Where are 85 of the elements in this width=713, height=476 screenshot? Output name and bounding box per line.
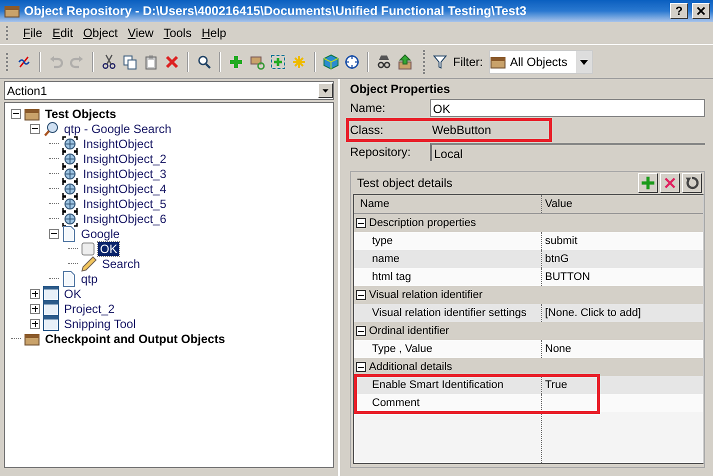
copy-icon[interactable] (122, 54, 138, 70)
section-title: Object Properties (350, 81, 452, 97)
tree-item[interactable]: OK (62, 286, 84, 300)
property-name: Comment (354, 394, 542, 412)
property-value[interactable]: submit (542, 232, 703, 250)
menu-item[interactable]: Tools (158, 24, 197, 42)
browser-search-icon (43, 120, 59, 136)
column-header[interactable]: Value (542, 195, 703, 213)
insight-object-icon (62, 196, 78, 212)
tree-item[interactable]: InsightObject_4 (81, 182, 168, 196)
tree-item[interactable]: InsightObject_2 (81, 152, 168, 166)
field-label: Repository: (350, 145, 412, 159)
window-icon (43, 301, 59, 316)
repository-icon (24, 106, 40, 120)
page-icon (62, 270, 76, 286)
field-label: Name: (350, 101, 386, 115)
tree-item[interactable]: Search (100, 256, 142, 270)
menu-item[interactable]: Help (196, 24, 232, 42)
box-refresh-icon[interactable] (249, 54, 265, 70)
box-upload-icon[interactable] (397, 54, 413, 70)
property-value[interactable]: None (542, 340, 703, 358)
expand-toggle[interactable] (30, 318, 40, 328)
expand-toggle[interactable] (30, 304, 40, 314)
collapse-toggle[interactable] (356, 218, 366, 228)
insight-object-icon (62, 180, 78, 196)
tree-item[interactable]: OK (98, 242, 120, 256)
repository-field: Local (430, 143, 705, 161)
filter-label: Filter: (453, 54, 483, 68)
repository-icon (24, 332, 40, 346)
menu-item[interactable]: File (18, 24, 48, 42)
expand-toggle[interactable] (30, 288, 40, 298)
cube-icon[interactable] (323, 54, 339, 70)
tree-item[interactable]: Checkpoint and Output Objects (43, 332, 228, 346)
tree-item[interactable]: qtp (79, 272, 100, 286)
action-dropdown[interactable]: Action1 (4, 81, 334, 100)
insight-object-icon (62, 166, 78, 182)
help-button[interactable]: ? (670, 3, 688, 19)
button-icon (81, 242, 95, 256)
column-header[interactable]: Name (354, 195, 542, 213)
tree-item[interactable]: Test Objects (43, 106, 118, 120)
filter-icon (433, 54, 447, 68)
collapse-toggle[interactable] (356, 362, 366, 372)
property-value[interactable]: True (542, 376, 703, 394)
close-icon[interactable] (692, 3, 710, 19)
crosshair-icon[interactable] (344, 54, 360, 70)
tree-item[interactable]: Google (79, 226, 122, 240)
tree-item[interactable]: Project_2 (62, 302, 117, 316)
expand-toggle[interactable] (49, 228, 59, 238)
box-icon (490, 54, 506, 68)
menu-item[interactable]: Edit (47, 24, 78, 42)
page-icon (62, 226, 76, 242)
pencil-icon (81, 256, 97, 272)
property-value[interactable]: BUTTON (542, 268, 703, 286)
tree-item[interactable]: InsightObject (81, 136, 156, 150)
app-icon (4, 4, 20, 18)
insight-object-icon (62, 136, 78, 152)
clipboard-icon[interactable] (143, 54, 159, 70)
tree-item[interactable]: InsightObject_3 (81, 166, 168, 180)
reset-icon[interactable] (682, 173, 702, 193)
expand-toggle[interactable] (30, 124, 40, 134)
insight-object-icon (62, 210, 78, 226)
tree-item[interactable]: qtp - Google Search (62, 122, 174, 136)
search-icon[interactable] (196, 54, 212, 70)
property-value[interactable]: [None. Click to add] (542, 304, 703, 322)
capture-icon[interactable] (270, 54, 286, 70)
menu-item[interactable]: Object (78, 24, 123, 42)
tree-item[interactable]: InsightObject_5 (81, 196, 168, 210)
insight-object-icon (62, 150, 78, 166)
collapse-toggle[interactable] (356, 290, 366, 300)
scissors-icon[interactable] (101, 54, 117, 70)
spy-glasses-icon[interactable] (376, 54, 392, 70)
property-value[interactable]: btnG (542, 250, 703, 268)
window-icon (43, 316, 59, 331)
tree-item[interactable]: InsightObject_6 (81, 212, 168, 226)
menu-item[interactable]: View (122, 24, 159, 42)
class-value: WebButton (431, 122, 492, 139)
expand-toggle[interactable] (11, 108, 21, 118)
collapse-toggle[interactable] (356, 326, 366, 336)
name-field[interactable]: OK (430, 99, 705, 117)
field-label: Class: (350, 123, 384, 137)
filter-dropdown[interactable]: All Objects (489, 50, 593, 74)
panel-title: Test object details (357, 176, 454, 190)
window-icon (43, 286, 59, 301)
window-title: Object Repository - D:\Users\400216415\Documents\Unified Functional Testing\Test3 (24, 4, 528, 18)
tree-item[interactable]: Snipping Tool (62, 316, 138, 330)
